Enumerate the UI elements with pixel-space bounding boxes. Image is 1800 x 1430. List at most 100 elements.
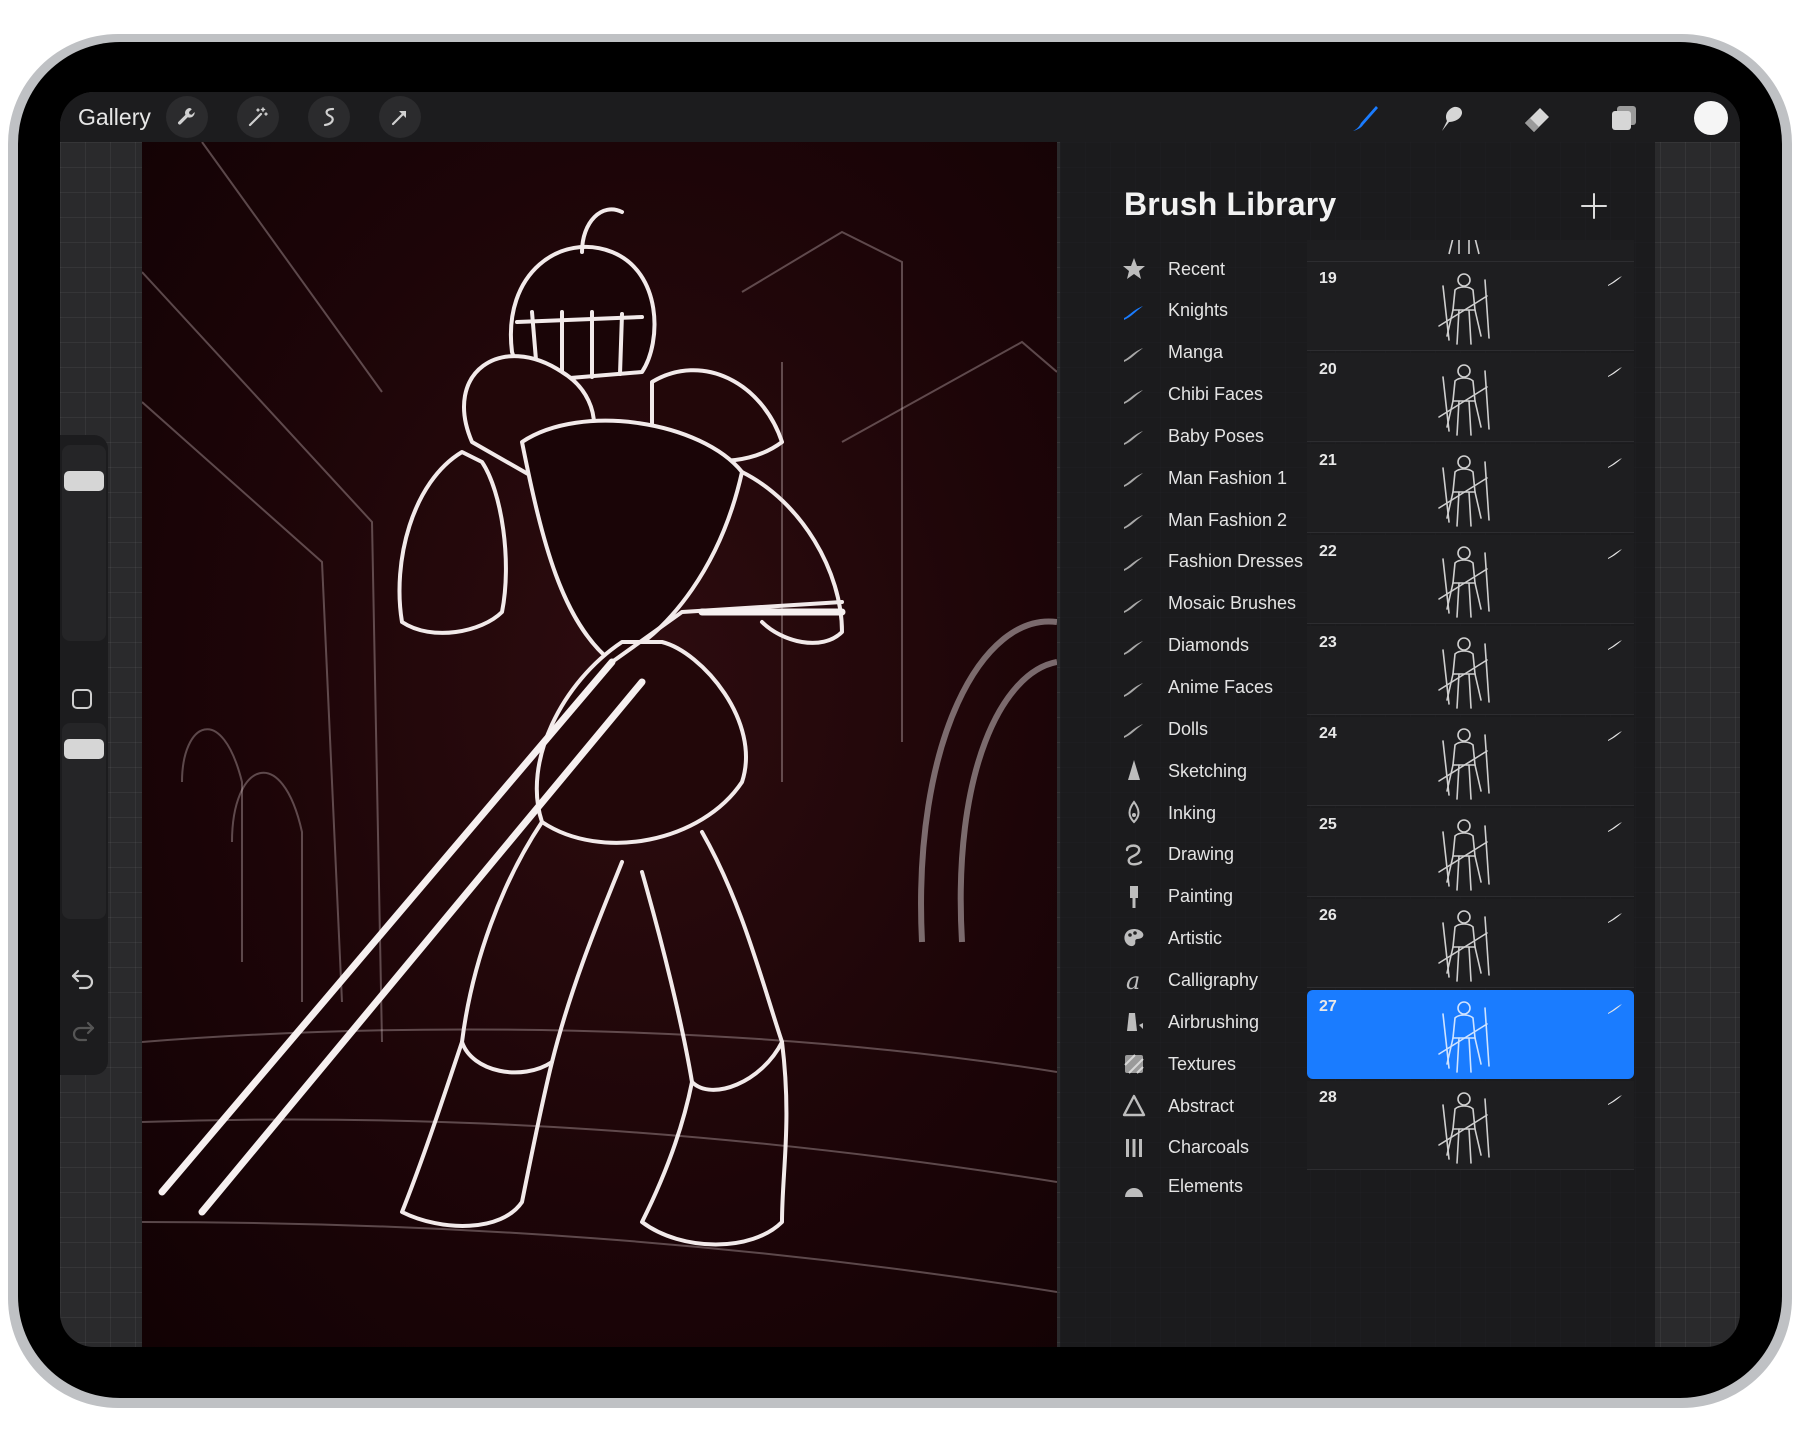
category-item[interactable]: Diamonds	[1120, 624, 1320, 668]
brush-library-panel: Brush Library Recent Knights Manga Chibi Fa…	[1060, 142, 1655, 1347]
category-label: Dolls	[1168, 718, 1209, 739]
category-item[interactable]: Anime Faces	[1120, 666, 1320, 710]
category-label: Airbrushing	[1168, 1011, 1260, 1032]
drawing-canvas[interactable]	[142, 142, 1057, 1347]
category-label: Mosaic Brushes	[1168, 593, 1297, 614]
brush-card[interactable]: 23	[1307, 626, 1634, 715]
brush-number: 23	[1319, 634, 1337, 651]
stroke-icon	[1120, 339, 1148, 367]
category-label: Inking	[1168, 802, 1217, 823]
eraser-icon[interactable]	[1518, 99, 1556, 137]
selection-icon[interactable]	[308, 96, 350, 138]
brush-number: 25	[1319, 816, 1337, 833]
category-label: Baby Poses	[1168, 425, 1265, 446]
brush-card-partial[interactable]	[1307, 240, 1634, 262]
brush-card[interactable]: 25	[1307, 808, 1634, 897]
undo-icon[interactable]	[70, 965, 96, 991]
add-brush-plus-icon[interactable]	[1580, 192, 1608, 220]
svg-text:a: a	[1126, 967, 1140, 993]
category-item[interactable]: Inking	[1120, 791, 1320, 835]
brush-thumbnail	[1438, 273, 1490, 345]
category-label: Calligraphy	[1168, 969, 1259, 990]
category-item[interactable]: Manga	[1120, 331, 1320, 375]
category-item[interactable]: Chibi Faces	[1120, 373, 1320, 417]
redo-icon[interactable]	[70, 1017, 96, 1043]
color-picker-button[interactable]	[1694, 101, 1728, 135]
paint-brush-icon	[1120, 883, 1148, 911]
category-item[interactable]: Dolls	[1120, 707, 1320, 751]
category-label: Elements	[1168, 1175, 1244, 1196]
brush-stroke-icon	[1608, 1004, 1622, 1014]
brush-stroke-icon	[1608, 731, 1622, 741]
stroke-icon	[1120, 632, 1148, 660]
category-item[interactable]: Fashion Dresses	[1120, 540, 1320, 584]
brush-card[interactable]: 24	[1307, 717, 1634, 806]
stroke-icon	[1120, 590, 1148, 618]
brush-thumbnail	[1438, 637, 1490, 709]
brush-number: 22	[1319, 543, 1337, 560]
brush-card[interactable]: 28	[1307, 1081, 1634, 1170]
transform-arrow-icon[interactable]	[379, 96, 421, 138]
category-item[interactable]: Baby Poses	[1120, 414, 1320, 458]
brush-number: 26	[1319, 907, 1337, 924]
category-item[interactable]: Drawing	[1120, 833, 1320, 877]
element-icon	[1120, 1176, 1148, 1202]
category-item[interactable]: Man Fashion 2	[1120, 498, 1320, 542]
brush-thumbnail	[1438, 455, 1490, 527]
layers-icon[interactable]	[1605, 99, 1643, 137]
stroke-icon	[1120, 715, 1148, 743]
stroke-icon	[1120, 381, 1148, 409]
brush-size-thumb[interactable]	[64, 471, 104, 491]
modify-button[interactable]	[72, 689, 92, 709]
gallery-button[interactable]: Gallery	[78, 102, 151, 132]
category-label: Knights	[1168, 300, 1229, 321]
texture-icon	[1120, 1050, 1148, 1078]
category-item[interactable]: Recent	[1120, 247, 1320, 291]
brush-card[interactable]: 20	[1307, 353, 1634, 442]
category-item[interactable]: Knights	[1120, 289, 1320, 333]
category-item[interactable]: Textures	[1120, 1042, 1320, 1086]
brush-number: 20	[1319, 361, 1337, 378]
ink-nib-icon	[1120, 799, 1148, 827]
category-item[interactable]: a Calligraphy	[1120, 958, 1320, 1002]
stroke-icon	[1120, 674, 1148, 702]
category-item[interactable]: Airbrushing	[1120, 1000, 1320, 1044]
category-label: Painting	[1168, 886, 1234, 907]
category-label: Fashion Dresses	[1168, 551, 1304, 572]
category-label: Abstract	[1168, 1095, 1235, 1116]
category-item[interactable]: Man Fashion 1	[1120, 456, 1320, 500]
category-label: Textures	[1168, 1053, 1237, 1074]
brush-size-slider[interactable]	[62, 445, 106, 641]
brush-number: 28	[1319, 1089, 1337, 1106]
category-item[interactable]: Abstract	[1120, 1084, 1320, 1128]
category-label: Diamonds	[1168, 635, 1250, 656]
smudge-icon[interactable]	[1432, 99, 1470, 137]
brush-card[interactable]: 27	[1307, 990, 1634, 1079]
brush-card[interactable]: 26	[1307, 899, 1634, 988]
category-item[interactable]: Charcoals	[1120, 1126, 1320, 1170]
magic-wand-icon[interactable]	[237, 96, 279, 138]
brush-stroke-icon	[1608, 458, 1622, 468]
wrench-icon[interactable]	[166, 96, 208, 138]
category-item[interactable]: Elements	[1120, 1168, 1320, 1202]
brush-card[interactable]: 21	[1307, 444, 1634, 533]
charcoal-icon	[1120, 1134, 1148, 1162]
category-item[interactable]: Painting	[1120, 875, 1320, 919]
category-item[interactable]: Mosaic Brushes	[1120, 582, 1320, 626]
category-label: Drawing	[1168, 844, 1235, 865]
opacity-thumb[interactable]	[64, 739, 104, 759]
brush-stroke-icon	[1608, 640, 1622, 650]
opacity-slider[interactable]	[62, 723, 106, 919]
brush-number: 24	[1319, 725, 1337, 742]
brush-card[interactable]: 22	[1307, 535, 1634, 624]
brush-icon[interactable]	[1345, 99, 1383, 137]
category-item[interactable]: Sketching	[1120, 749, 1320, 793]
category-label: Charcoals	[1168, 1137, 1250, 1158]
brush-card[interactable]: 19	[1307, 262, 1634, 351]
brush-stroke-icon	[1608, 822, 1622, 832]
stroke-icon	[1120, 297, 1148, 325]
brush-thumbnail	[1438, 364, 1490, 436]
category-label: Recent	[1168, 258, 1226, 279]
brush-thumbnail	[1438, 819, 1490, 891]
category-item[interactable]: Artistic	[1120, 917, 1320, 961]
